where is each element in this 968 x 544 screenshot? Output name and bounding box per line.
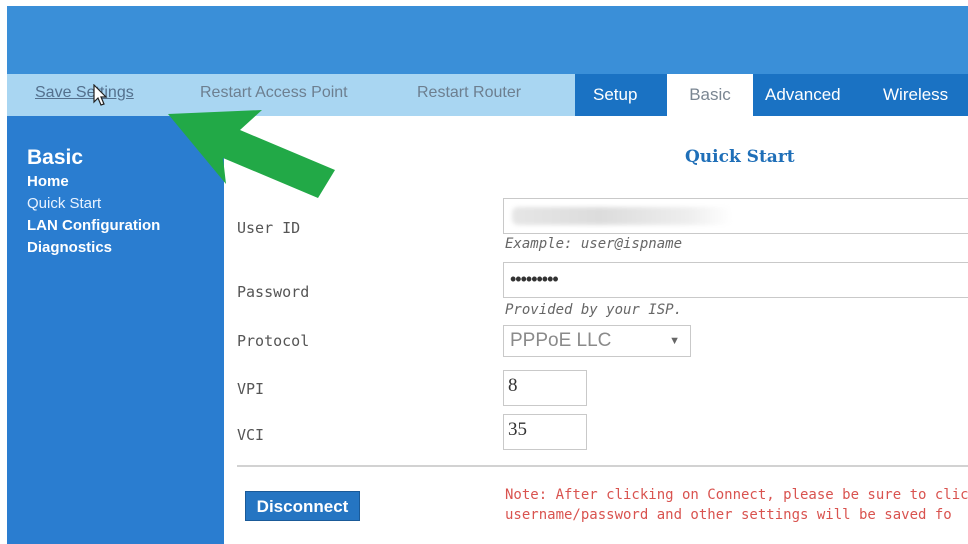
dropdown-arrow-icon: ▼ — [669, 335, 680, 347]
save-settings-link[interactable]: Save Settings — [35, 84, 134, 102]
password-label: Password — [237, 283, 310, 301]
main-tab-bar: Setup Basic Advanced Wireless — [575, 74, 968, 116]
vpi-field[interactable]: 8 — [503, 370, 587, 406]
tab-wireless[interactable]: Wireless — [883, 74, 948, 116]
connect-note-line-1: Note: After clicking on Connect, please … — [505, 487, 968, 503]
protocol-value: PPPoE LLC — [510, 330, 612, 351]
restart-router-link[interactable]: Restart Router — [417, 84, 521, 102]
vci-field[interactable]: 35 — [503, 414, 587, 450]
sidebar-item-home[interactable]: Home — [27, 173, 69, 190]
vci-label: VCI — [237, 426, 265, 444]
protocol-label: Protocol — [237, 332, 310, 350]
sidebar: Basic Home Quick Start LAN Configuration… — [7, 116, 224, 544]
user-id-field[interactable] — [503, 198, 968, 234]
tab-basic[interactable]: Basic — [667, 74, 753, 116]
connect-note-line-2: username/password and other settings wil… — [505, 507, 952, 523]
user-id-label: User ID — [237, 219, 301, 237]
protocol-select[interactable]: PPPoE LLC ▼ — [503, 325, 691, 357]
disconnect-button[interactable]: Disconnect — [245, 491, 360, 521]
sidebar-item-diagnostics[interactable]: Diagnostics — [27, 239, 112, 256]
sidebar-title: Basic — [27, 146, 84, 169]
top-banner — [7, 6, 968, 74]
tab-setup[interactable]: Setup — [593, 74, 637, 116]
page-title: Quick Start — [685, 147, 795, 167]
password-hint: Provided by your ISP. — [505, 302, 683, 318]
sidebar-item-quick-start[interactable]: Quick Start — [27, 195, 101, 212]
restart-access-point-link[interactable]: Restart Access Point — [200, 84, 348, 102]
password-field[interactable]: ••••••••• — [503, 262, 968, 298]
vpi-label: VPI — [237, 380, 265, 398]
router-admin-page: Save Settings Restart Access Point Resta… — [0, 0, 968, 544]
sidebar-item-lan-configuration[interactable]: LAN Configuration — [27, 217, 160, 234]
redacted-user-id — [512, 207, 732, 225]
section-divider — [237, 465, 968, 467]
tab-advanced[interactable]: Advanced — [765, 74, 841, 116]
user-id-hint: Example: user@ispname — [505, 236, 683, 252]
